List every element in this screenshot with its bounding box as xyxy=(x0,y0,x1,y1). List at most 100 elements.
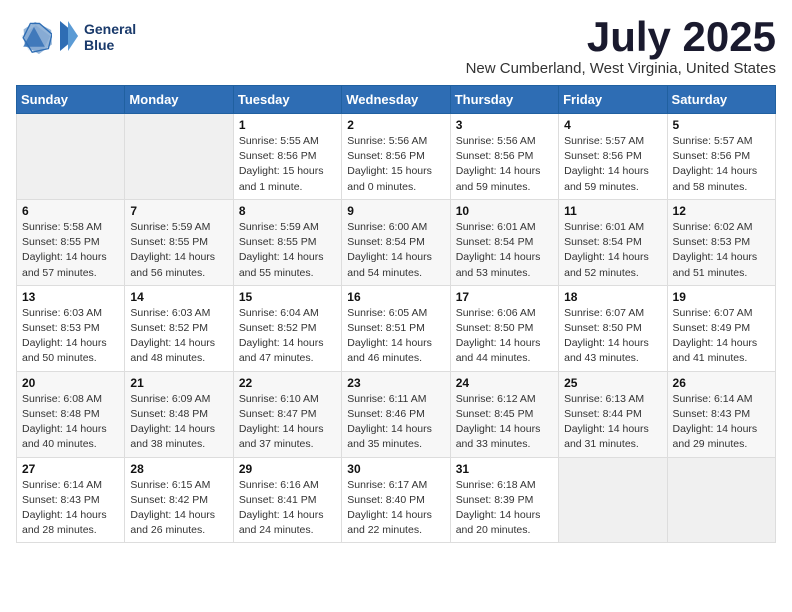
calendar-cell: 16Sunrise: 6:05 AMSunset: 8:51 PMDayligh… xyxy=(342,285,450,371)
calendar-cell: 11 Sunrise: 6:01 AMSunset: 8:54 PMDayligh… xyxy=(559,199,667,285)
calendar-week-4: 20 Sunrise: 6:08 AMSunset: 8:48 PMDayligh… xyxy=(17,371,776,457)
day-info: Sunrise: 6:14 AMSunset: 8:43 PMDaylight:… xyxy=(22,478,119,539)
calendar-cell: 12 Sunrise: 6:02 AMSunset: 8:53 PMDayligh… xyxy=(667,199,775,285)
calendar-cell: 6 Sunrise: 5:58 AMSunset: 8:55 PMDaylight… xyxy=(17,199,125,285)
logo-svg: General Blue xyxy=(56,16,146,56)
weekday-header-wednesday: Wednesday xyxy=(342,86,450,114)
day-info: Sunrise: 5:55 AMSunset: 8:56 PMDaylight:… xyxy=(239,134,336,195)
calendar-header-row: SundayMondayTuesdayWednesdayThursdayFrid… xyxy=(17,86,776,114)
day-number: 13 xyxy=(22,290,119,304)
day-info: Sunrise: 6:09 AMSunset: 8:48 PMDaylight:… xyxy=(130,392,227,453)
calendar-cell: 20 Sunrise: 6:08 AMSunset: 8:48 PMDayligh… xyxy=(17,371,125,457)
day-info: Sunrise: 5:56 AMSunset: 8:56 PMDaylight:… xyxy=(347,134,444,195)
day-number: 3 xyxy=(456,118,553,132)
day-info: Sunrise: 5:59 AMSunset: 8:55 PMDaylight:… xyxy=(130,220,227,281)
calendar-cell: 4 Sunrise: 5:57 AMSunset: 8:56 PMDaylight… xyxy=(559,114,667,200)
calendar-week-5: 27 Sunrise: 6:14 AMSunset: 8:43 PMDayligh… xyxy=(17,457,776,543)
svg-text:Blue: Blue xyxy=(84,37,115,53)
logo-icon xyxy=(16,18,52,54)
page-header: General Blue July 2025 New Cumberland, W… xyxy=(16,16,776,77)
day-number: 2 xyxy=(347,118,444,132)
day-info: Sunrise: 5:58 AMSunset: 8:55 PMDaylight:… xyxy=(22,220,119,281)
day-info: Sunrise: 6:18 AMSunset: 8:39 PMDaylight:… xyxy=(456,478,553,539)
calendar-cell: 25Sunrise: 6:13 AMSunset: 8:44 PMDayligh… xyxy=(559,371,667,457)
day-number: 12 xyxy=(673,204,770,218)
day-number: 6 xyxy=(22,204,119,218)
day-number: 9 xyxy=(347,204,444,218)
day-number: 25 xyxy=(564,376,661,390)
day-info: Sunrise: 6:06 AMSunset: 8:50 PMDaylight:… xyxy=(456,306,553,367)
day-number: 29 xyxy=(239,462,336,476)
day-info: Sunrise: 6:12 AMSunset: 8:45 PMDaylight:… xyxy=(456,392,553,453)
calendar-cell: 1 Sunrise: 5:55 AMSunset: 8:56 PMDaylight… xyxy=(233,114,341,200)
day-number: 15 xyxy=(239,290,336,304)
day-number: 23 xyxy=(347,376,444,390)
calendar-cell: 14Sunrise: 6:03 AMSunset: 8:52 PMDayligh… xyxy=(125,285,233,371)
day-number: 10 xyxy=(456,204,553,218)
calendar-cell: 7 Sunrise: 5:59 AMSunset: 8:55 PMDaylight… xyxy=(125,199,233,285)
calendar-cell: 19Sunrise: 6:07 AMSunset: 8:49 PMDayligh… xyxy=(667,285,775,371)
day-info: Sunrise: 6:10 AMSunset: 8:47 PMDaylight:… xyxy=(239,392,336,453)
day-info: Sunrise: 5:57 AMSunset: 8:56 PMDaylight:… xyxy=(673,134,770,195)
calendar-cell: 23 Sunrise: 6:11 AMSunset: 8:46 PMDayligh… xyxy=(342,371,450,457)
calendar-cell xyxy=(559,457,667,543)
day-info: Sunrise: 6:02 AMSunset: 8:53 PMDaylight:… xyxy=(673,220,770,281)
day-info: Sunrise: 6:01 AMSunset: 8:54 PMDaylight:… xyxy=(564,220,661,281)
day-info: Sunrise: 5:56 AMSunset: 8:56 PMDaylight:… xyxy=(456,134,553,195)
weekday-header-sunday: Sunday xyxy=(17,86,125,114)
day-number: 27 xyxy=(22,462,119,476)
calendar-cell: 13 Sunrise: 6:03 AMSunset: 8:53 PMDayligh… xyxy=(17,285,125,371)
day-info: Sunrise: 6:04 AMSunset: 8:52 PMDaylight:… xyxy=(239,306,336,367)
day-number: 18 xyxy=(564,290,661,304)
calendar-table: SundayMondayTuesdayWednesdayThursdayFrid… xyxy=(16,85,776,543)
day-info: Sunrise: 6:07 AMSunset: 8:49 PMDaylight:… xyxy=(673,306,770,367)
calendar-cell: 24 Sunrise: 6:12 AMSunset: 8:45 PMDayligh… xyxy=(450,371,558,457)
day-info: Sunrise: 6:17 AMSunset: 8:40 PMDaylight:… xyxy=(347,478,444,539)
calendar-week-3: 13 Sunrise: 6:03 AMSunset: 8:53 PMDayligh… xyxy=(17,285,776,371)
calendar-cell: 9Sunrise: 6:00 AMSunset: 8:54 PMDaylight… xyxy=(342,199,450,285)
weekday-header-friday: Friday xyxy=(559,86,667,114)
calendar-cell xyxy=(667,457,775,543)
calendar-cell: 28 Sunrise: 6:15 AMSunset: 8:42 PMDayligh… xyxy=(125,457,233,543)
day-number: 4 xyxy=(564,118,661,132)
day-number: 1 xyxy=(239,118,336,132)
calendar-week-1: 1 Sunrise: 5:55 AMSunset: 8:56 PMDaylight… xyxy=(17,114,776,200)
day-number: 11 xyxy=(564,204,661,218)
calendar-cell xyxy=(17,114,125,200)
day-number: 20 xyxy=(22,376,119,390)
calendar-cell: 31Sunrise: 6:18 AMSunset: 8:39 PMDayligh… xyxy=(450,457,558,543)
calendar-cell: 8Sunrise: 5:59 AMSunset: 8:55 PMDaylight… xyxy=(233,199,341,285)
calendar-cell: 21Sunrise: 6:09 AMSunset: 8:48 PMDayligh… xyxy=(125,371,233,457)
calendar-cell: 5 Sunrise: 5:57 AMSunset: 8:56 PMDaylight… xyxy=(667,114,775,200)
day-info: Sunrise: 6:05 AMSunset: 8:51 PMDaylight:… xyxy=(347,306,444,367)
day-number: 17 xyxy=(456,290,553,304)
day-info: Sunrise: 6:07 AMSunset: 8:50 PMDaylight:… xyxy=(564,306,661,367)
calendar-cell: 22 Sunrise: 6:10 AMSunset: 8:47 PMDayligh… xyxy=(233,371,341,457)
calendar-cell: 18 Sunrise: 6:07 AMSunset: 8:50 PMDayligh… xyxy=(559,285,667,371)
calendar-cell: 26Sunrise: 6:14 AMSunset: 8:43 PMDayligh… xyxy=(667,371,775,457)
day-number: 28 xyxy=(130,462,227,476)
weekday-header-saturday: Saturday xyxy=(667,86,775,114)
day-info: Sunrise: 6:11 AMSunset: 8:46 PMDaylight:… xyxy=(347,392,444,453)
day-number: 22 xyxy=(239,376,336,390)
day-number: 5 xyxy=(673,118,770,132)
day-info: Sunrise: 6:03 AMSunset: 8:52 PMDaylight:… xyxy=(130,306,227,367)
weekday-header-thursday: Thursday xyxy=(450,86,558,114)
calendar-cell: 2 Sunrise: 5:56 AMSunset: 8:56 PMDaylight… xyxy=(342,114,450,200)
calendar-cell: 17 Sunrise: 6:06 AMSunset: 8:50 PMDayligh… xyxy=(450,285,558,371)
location-title: New Cumberland, West Virginia, United St… xyxy=(466,60,776,77)
day-info: Sunrise: 5:57 AMSunset: 8:56 PMDaylight:… xyxy=(564,134,661,195)
day-info: Sunrise: 6:15 AMSunset: 8:42 PMDaylight:… xyxy=(130,478,227,539)
day-number: 7 xyxy=(130,204,227,218)
day-info: Sunrise: 6:08 AMSunset: 8:48 PMDaylight:… xyxy=(22,392,119,453)
day-number: 24 xyxy=(456,376,553,390)
svg-text:General: General xyxy=(84,21,136,37)
title-block: July 2025 New Cumberland, West Virginia,… xyxy=(466,16,776,77)
logo: General Blue xyxy=(16,16,146,56)
day-number: 26 xyxy=(673,376,770,390)
day-info: Sunrise: 6:03 AMSunset: 8:53 PMDaylight:… xyxy=(22,306,119,367)
calendar-cell: 15 Sunrise: 6:04 AMSunset: 8:52 PMDayligh… xyxy=(233,285,341,371)
day-info: Sunrise: 5:59 AMSunset: 8:55 PMDaylight:… xyxy=(239,220,336,281)
calendar-cell xyxy=(125,114,233,200)
calendar-cell: 30Sunrise: 6:17 AMSunset: 8:40 PMDayligh… xyxy=(342,457,450,543)
